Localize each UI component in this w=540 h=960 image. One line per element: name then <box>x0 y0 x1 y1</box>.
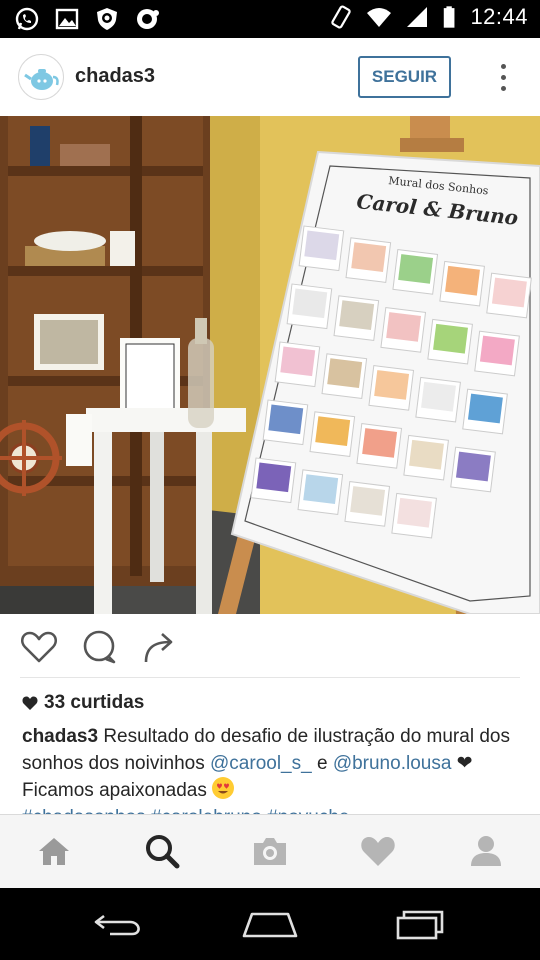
status-bar: 12:44 <box>0 0 540 38</box>
whatsapp-icon <box>15 7 39 31</box>
notification-icon <box>137 9 159 29</box>
post-actions <box>0 614 540 678</box>
caption-username[interactable]: chadas3 <box>22 726 98 747</box>
more-options-icon[interactable] <box>490 58 516 98</box>
heart-icon[interactable] <box>358 831 398 871</box>
battery-icon <box>444 6 455 28</box>
likes-label: 33 curtidas <box>44 692 145 713</box>
post-photo[interactable]: Mural dos Sonhos Carol & Bruno <box>0 116 540 614</box>
home-button-icon[interactable] <box>240 906 300 942</box>
post-username[interactable]: chadas3 <box>75 65 155 88</box>
comment-icon[interactable] <box>80 628 118 666</box>
avatar[interactable] <box>18 54 64 100</box>
divider <box>20 677 520 678</box>
wifi-icon <box>367 8 392 27</box>
vibrate-icon <box>331 5 352 29</box>
system-nav-bar <box>0 888 540 960</box>
camera-icon[interactable] <box>250 831 290 871</box>
profile-icon[interactable] <box>466 831 506 871</box>
share-icon[interactable] <box>140 628 178 666</box>
likes-count[interactable]: 33 curtidas <box>22 692 144 714</box>
status-clock: 12:44 <box>470 4 528 29</box>
gallery-icon <box>55 8 79 30</box>
shield-icon <box>97 8 117 30</box>
mention-carool[interactable]: @carool_s_ <box>210 753 312 774</box>
wedding-mural-photo: Mural dos Sonhos Carol & Bruno <box>0 116 540 614</box>
likes-heart-icon <box>22 696 38 710</box>
like-heart-icon[interactable] <box>20 628 58 666</box>
search-icon[interactable] <box>142 831 182 871</box>
caption-text-2: e <box>311 753 333 774</box>
post-header: chadas3 SEGUIR <box>0 38 540 116</box>
home-icon[interactable] <box>34 831 74 871</box>
follow-button[interactable]: SEGUIR <box>358 56 451 98</box>
signal-icon <box>407 7 428 27</box>
recents-icon[interactable] <box>390 906 450 942</box>
teapot-logo-icon <box>22 58 62 98</box>
back-icon[interactable] <box>90 906 150 942</box>
bottom-nav <box>0 814 540 888</box>
mention-bruno[interactable]: @bruno.lousa <box>333 753 452 774</box>
heart-eyes-emoji-icon <box>212 777 235 799</box>
instagram-app: chadas3 SEGUIR Mural dos Sonhos Carol & … <box>0 38 540 888</box>
